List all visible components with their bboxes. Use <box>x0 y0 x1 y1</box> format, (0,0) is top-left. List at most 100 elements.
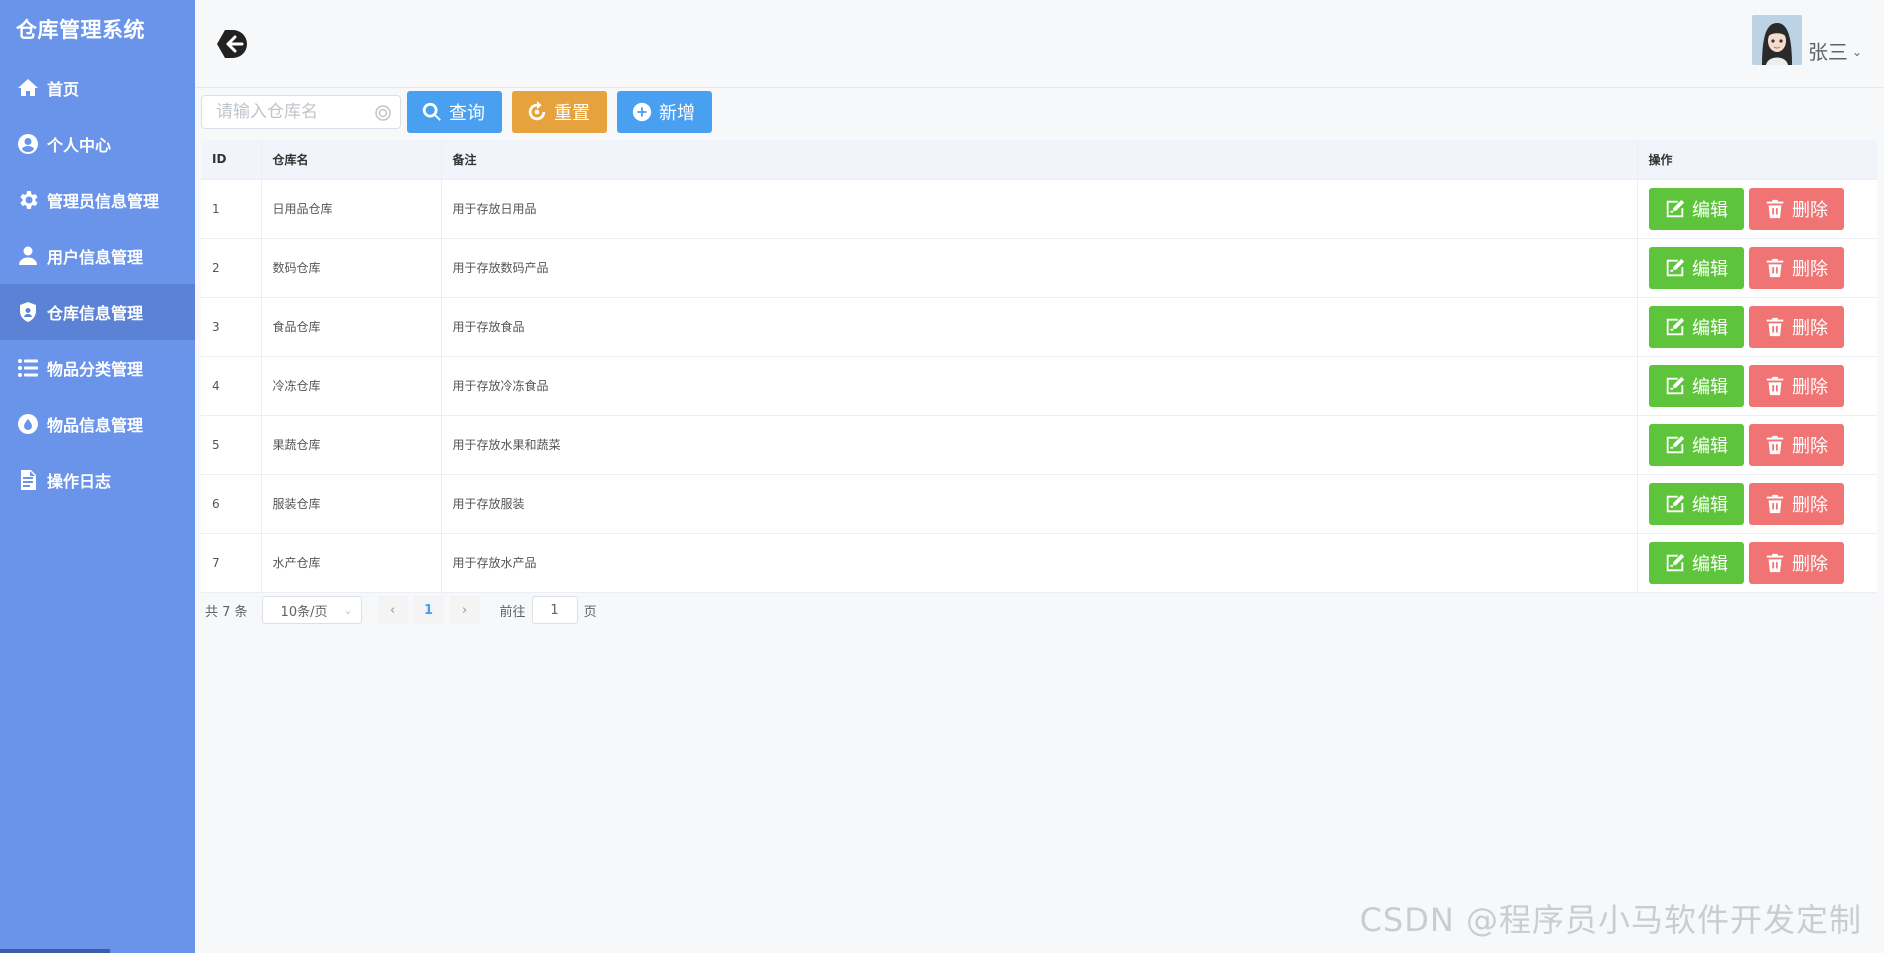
top-header: 张三 ⌄ <box>195 0 1884 88</box>
edit-icon <box>1666 553 1685 571</box>
plus-circle-icon <box>632 102 652 122</box>
sidebar-item-label: 首页 <box>47 80 80 99</box>
sidebar-item-users[interactable]: 用户信息管理 <box>0 228 195 284</box>
back-icon[interactable] <box>215 26 251 62</box>
table-row: 6 服装仓库 用于存放服装 编辑 删除 <box>201 474 1877 534</box>
delete-button[interactable]: 删除 <box>1748 364 1844 407</box>
cell-note: 用于存放食品 <box>441 297 1638 357</box>
edit-icon <box>1666 494 1685 512</box>
cell-name: 食品仓库 <box>261 297 442 357</box>
edit-button[interactable]: 编辑 <box>1648 305 1744 348</box>
user-icon <box>15 243 41 269</box>
sidebar-item-category[interactable]: 物品分类管理 <box>0 340 195 396</box>
drop-icon <box>15 411 41 437</box>
table-row: 4 冷冻仓库 用于存放冷冻食品 编辑 删除 <box>201 356 1877 416</box>
sidebar-item-admin[interactable]: 管理员信息管理 <box>0 172 195 228</box>
document-icon <box>15 467 41 493</box>
total-count: 共 7 条 <box>205 604 248 620</box>
cell-actions: 编辑 删除 <box>1637 533 1877 593</box>
cell-actions: 编辑 删除 <box>1637 297 1877 357</box>
delete-button-label: 删除 <box>1792 435 1828 457</box>
cell-name: 冷冻仓库 <box>261 356 442 416</box>
table-row: 2 数码仓库 用于存放数码产品 编辑 删除 <box>201 238 1877 298</box>
trash-icon <box>1766 553 1784 572</box>
sidebar-item-label: 用户信息管理 <box>47 248 144 267</box>
cell-id: 3 <box>201 297 262 357</box>
user-menu[interactable]: 张三 ⌄ <box>1751 14 1862 65</box>
cell-note: 用于存放水产品 <box>441 533 1638 593</box>
delete-button[interactable]: 删除 <box>1748 541 1844 584</box>
cell-id: 4 <box>201 356 262 416</box>
sidebar-item-home[interactable]: 首页 <box>0 60 195 116</box>
cell-id: 2 <box>201 238 262 298</box>
edit-button[interactable]: 编辑 <box>1648 246 1744 289</box>
query-button-label: 查询 <box>449 103 485 124</box>
trash-icon <box>1766 199 1784 218</box>
edit-icon <box>1666 317 1685 335</box>
reset-button-label: 重置 <box>554 103 590 124</box>
refresh-icon <box>528 101 546 121</box>
search-input[interactable] <box>202 96 400 128</box>
cell-note: 用于存放水果和蔬菜 <box>441 415 1638 475</box>
reset-button[interactable]: 重置 <box>512 91 607 133</box>
cell-actions: 编辑 删除 <box>1637 356 1877 416</box>
avatar <box>1751 14 1802 65</box>
edit-button-label: 编辑 <box>1692 258 1728 280</box>
sidebar-item-warehouse[interactable]: 仓库信息管理 <box>0 284 195 340</box>
sidebar-item-profile[interactable]: 个人中心 <box>0 116 195 172</box>
sidebar-item-log[interactable]: 操作日志 <box>0 452 195 508</box>
delete-button[interactable]: 删除 <box>1748 423 1844 466</box>
cell-actions: 编辑 删除 <box>1637 179 1877 239</box>
sidebar-item-label: 物品分类管理 <box>47 360 144 379</box>
cell-note: 用于存放数码产品 <box>441 238 1638 298</box>
cell-actions: 编辑 删除 <box>1637 474 1877 534</box>
next-page-button[interactable]: › <box>449 596 480 624</box>
page-size-select[interactable]: 10条/页 ⌄ <box>261 596 362 624</box>
edit-button[interactable]: 编辑 <box>1648 541 1744 584</box>
cell-name: 服装仓库 <box>261 474 442 534</box>
goto-suffix: 页 <box>583 604 597 620</box>
delete-button-label: 删除 <box>1792 258 1828 280</box>
shield-icon <box>15 299 41 325</box>
search-field <box>201 95 401 129</box>
cell-note: 用于存放服装 <box>441 474 1638 534</box>
delete-button[interactable]: 删除 <box>1748 482 1844 525</box>
delete-button-label: 删除 <box>1792 317 1828 339</box>
cell-id: 5 <box>201 415 262 475</box>
home-icon <box>15 75 41 101</box>
chevron-down-icon: ⌄ <box>1851 44 1862 59</box>
edit-icon <box>1666 199 1685 217</box>
sidebar-item-label: 个人中心 <box>47 136 112 155</box>
goto-label: 前往 <box>499 604 526 620</box>
page-number[interactable]: 1 <box>413 596 444 624</box>
page-size-value: 10条/页 <box>280 604 328 620</box>
sidebar-item-goods[interactable]: 物品信息管理 <box>0 396 195 452</box>
edit-button[interactable]: 编辑 <box>1648 364 1744 407</box>
prev-page-button[interactable]: ‹ <box>377 596 408 624</box>
edit-icon <box>1666 376 1685 394</box>
edit-icon <box>1666 435 1685 453</box>
delete-button[interactable]: 删除 <box>1748 305 1844 348</box>
goto-page-input[interactable] <box>531 596 578 624</box>
delete-button-label: 删除 <box>1792 494 1828 516</box>
table-row: 1 日用品仓库 用于存放日用品 编辑 删除 <box>201 179 1877 239</box>
edit-button[interactable]: 编辑 <box>1648 482 1744 525</box>
edit-icon <box>1666 258 1685 276</box>
delete-button[interactable]: 删除 <box>1748 187 1844 230</box>
toolbar: 查询 重置 新增 <box>201 91 722 133</box>
table-header-row: ID 仓库名 备注 操作 <box>201 140 1877 180</box>
trash-icon <box>1766 317 1784 336</box>
list-icon <box>15 355 41 381</box>
cell-note: 用于存放冷冻食品 <box>441 356 1638 416</box>
sidebar-item-label: 操作日志 <box>47 472 112 491</box>
add-button[interactable]: 新增 <box>617 91 712 133</box>
edit-button[interactable]: 编辑 <box>1648 423 1744 466</box>
query-button[interactable]: 查询 <box>407 91 502 133</box>
edit-button[interactable]: 编辑 <box>1648 187 1744 230</box>
edit-button-label: 编辑 <box>1692 435 1728 457</box>
delete-button[interactable]: 删除 <box>1748 246 1844 289</box>
chevron-down-icon: ⌄ <box>343 603 353 617</box>
table-row: 3 食品仓库 用于存放食品 编辑 删除 <box>201 297 1877 357</box>
cell-name: 日用品仓库 <box>261 179 442 239</box>
gear-icon <box>15 187 41 213</box>
